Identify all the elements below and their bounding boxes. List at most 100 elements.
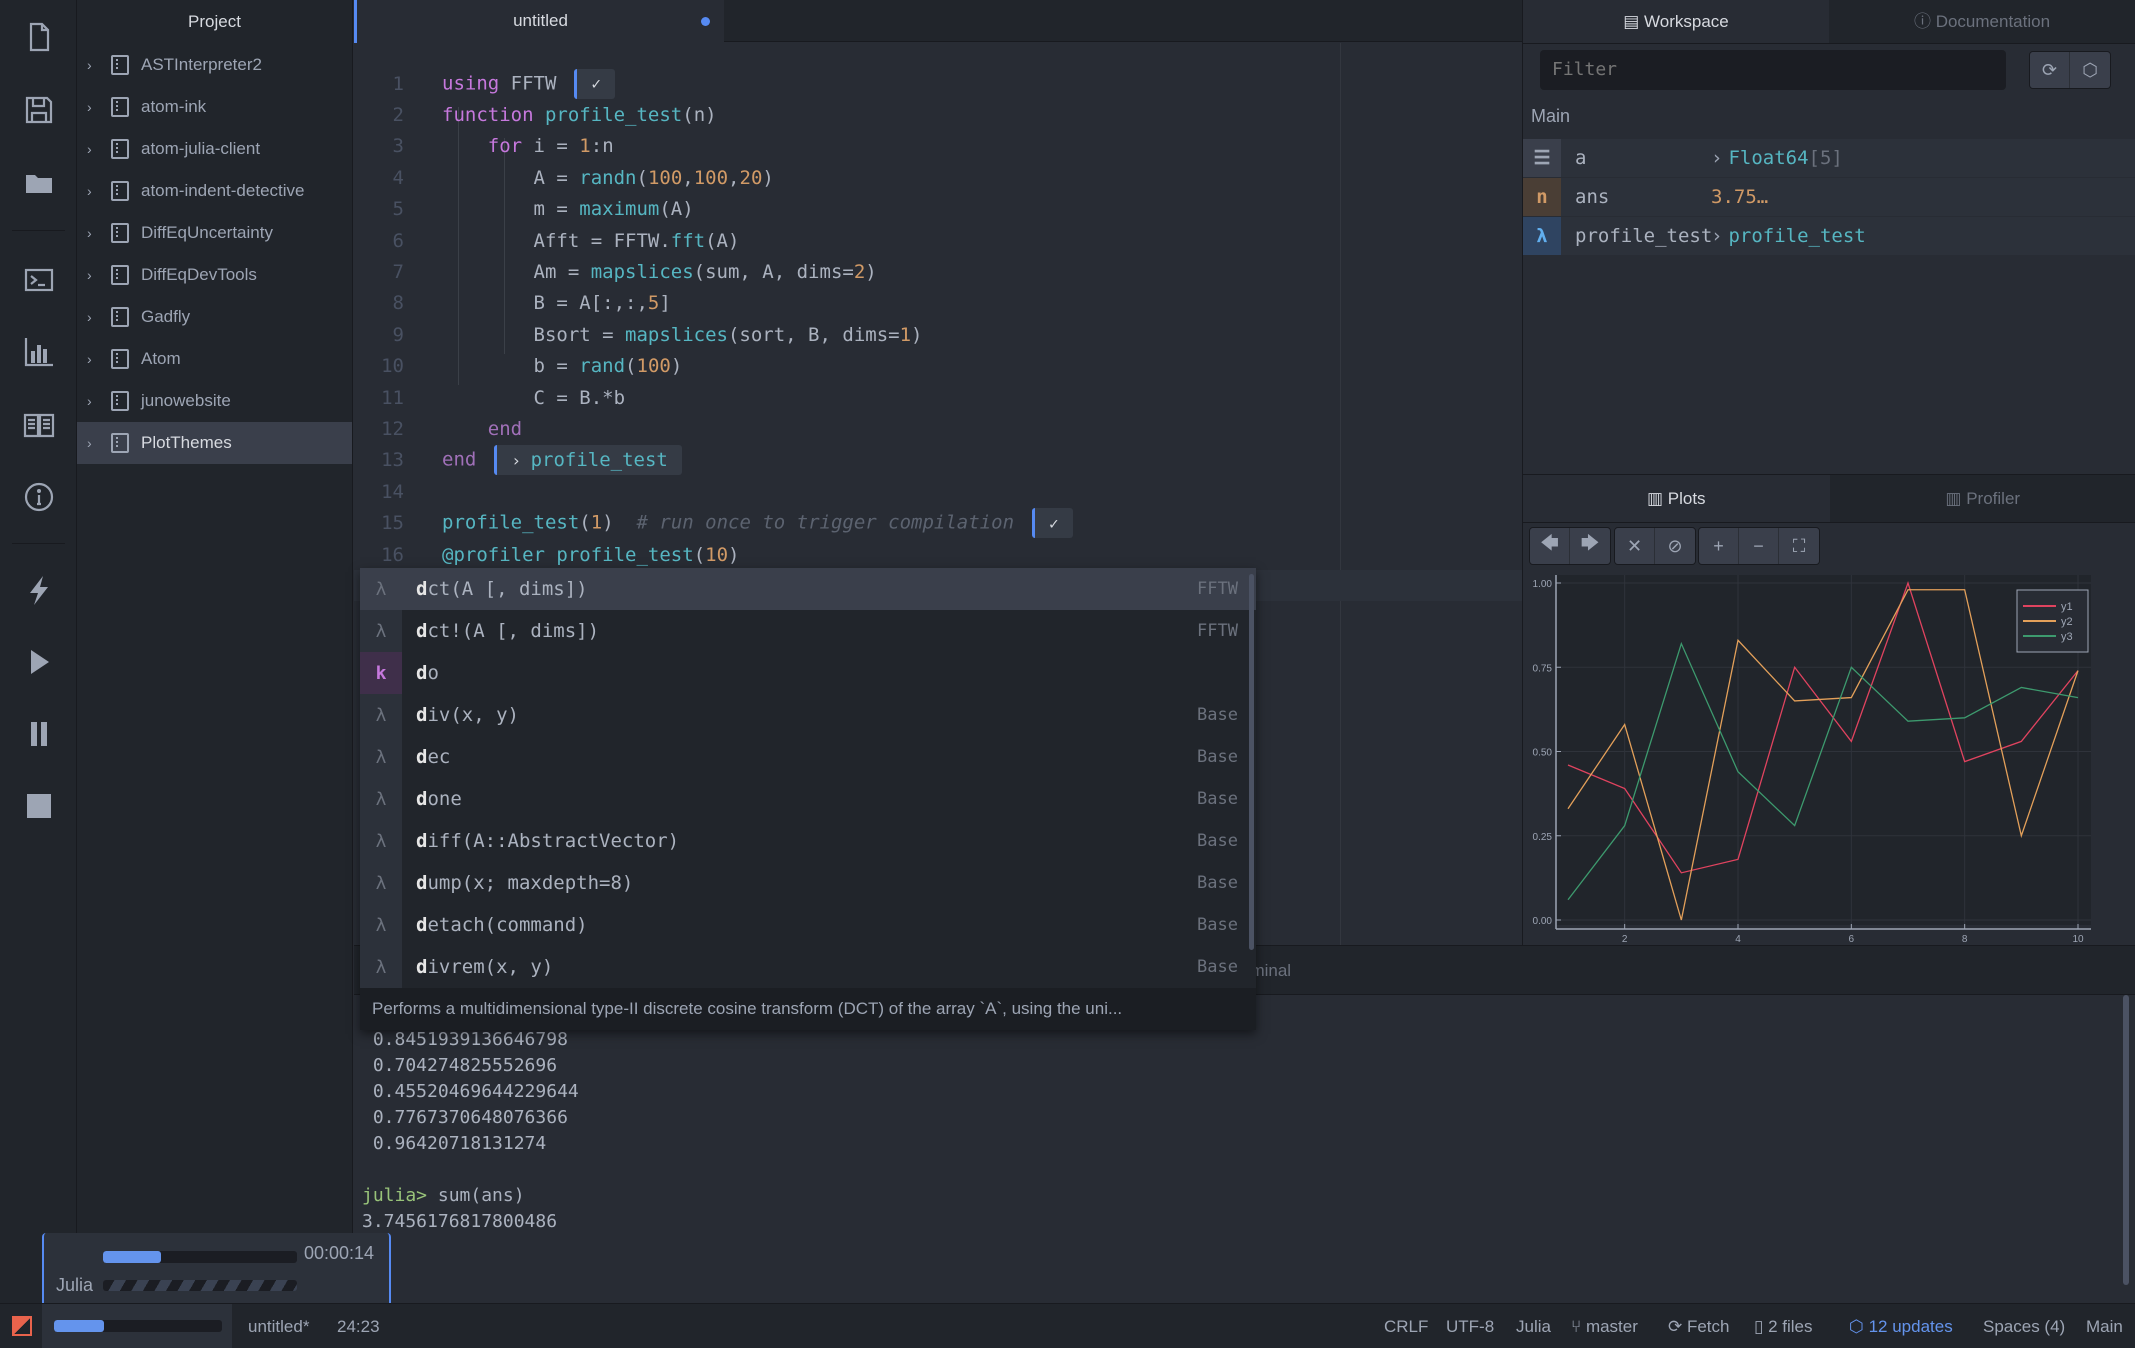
chevron-right-icon[interactable]: › (87, 309, 105, 325)
line-code[interactable]: profile_test(1) # run once to trigger co… (416, 508, 1073, 539)
status-grammar[interactable]: Julia (1516, 1304, 1551, 1348)
clear-all-plots-button[interactable]: ⊘ (1655, 528, 1695, 564)
autocomplete-item[interactable]: λ dump(x; maxdepth=8) Base (360, 862, 1256, 904)
terminal[interactable]: 5-element Array{Float64,1}: 0.8451939136… (354, 995, 2135, 1303)
chevron-right-icon[interactable]: › (87, 351, 105, 367)
stop-button[interactable] (0, 781, 77, 831)
code-line[interactable]: 6 Afft = FFTW.fft(A) (354, 225, 1522, 256)
run-button[interactable] (0, 637, 77, 687)
module-button[interactable]: ⬡ (2070, 52, 2110, 88)
project-item[interactable]: › Atom (77, 338, 352, 380)
new-file-button[interactable] (0, 12, 77, 62)
zoom-in-button[interactable]: + (1699, 528, 1739, 564)
autocomplete-item[interactable]: λ detach(command) Base (360, 904, 1256, 946)
line-code[interactable]: end (416, 418, 522, 440)
tab-workspace[interactable]: ▤ Workspace (1523, 0, 1829, 43)
line-code[interactable]: using FFTW ✓ (416, 68, 616, 99)
code-line[interactable]: 16 @profiler profile_test(10) (354, 539, 1522, 570)
info-button[interactable] (0, 472, 77, 522)
line-code[interactable]: A = randn(100,100,20) (416, 167, 774, 189)
autocomplete-item[interactable]: k do (360, 652, 1256, 694)
status-updates[interactable]: ⬡ 12 updates (1849, 1304, 1953, 1348)
autocomplete-item[interactable]: λ dct!(A [, dims]) FFTW (360, 610, 1256, 652)
previous-plot-button[interactable]: 🡄 (1530, 528, 1570, 564)
workspace-var[interactable]: n ans 3.75… (1523, 178, 2135, 216)
julia-status-icon[interactable] (12, 1316, 32, 1336)
status-fetch[interactable]: ⟳ Fetch (1668, 1304, 1730, 1348)
pause-button[interactable] (0, 709, 77, 759)
open-folder-button[interactable] (0, 158, 77, 208)
code-line[interactable]: 11 C = B.*b (354, 382, 1522, 413)
tab-plots[interactable]: ▥ Plots (1523, 475, 1830, 522)
workspace-filter-input[interactable] (1540, 50, 2006, 90)
chevron-right-icon[interactable]: › (87, 141, 105, 157)
code-line[interactable]: 14 (354, 476, 1522, 507)
workspace-var[interactable]: λ profile_test › profile_test (1523, 217, 2135, 255)
chevron-right-icon[interactable]: › (87, 393, 105, 409)
refresh-button[interactable]: ⟳ (2030, 52, 2070, 88)
project-item[interactable]: › atom-julia-client (77, 128, 352, 170)
tab-untitled[interactable]: untitled (354, 0, 724, 43)
line-code[interactable]: @profiler profile_test(10) (416, 544, 739, 566)
status-module[interactable]: Main (2086, 1304, 2123, 1348)
project-item[interactable]: › ASTInterpreter2 (77, 44, 352, 86)
code-line[interactable]: 7 Am = mapslices(sum, A, dims=2) (354, 256, 1522, 287)
autocomplete-item[interactable]: λ div(x, y) Base (360, 694, 1256, 736)
status-cursor-position[interactable]: 24:23 (337, 1304, 380, 1348)
line-code[interactable]: Am = mapslices(sum, A, dims=2) (416, 261, 877, 283)
chevron-right-icon[interactable]: › (511, 451, 530, 470)
autocomplete-item[interactable]: λ divrem(x, y) Base (360, 946, 1256, 988)
line-code[interactable]: m = maximum(A) (416, 198, 694, 220)
inline-result-ok[interactable]: ✓ (1032, 508, 1073, 539)
code-line[interactable]: 3 for i = 1:n (354, 131, 1522, 162)
close-plot-button[interactable]: ✕ (1615, 528, 1655, 564)
line-code[interactable]: Afft = FFTW.fft(A) (416, 230, 740, 252)
evaluate-button[interactable] (0, 565, 77, 615)
code-line[interactable]: 12 end (354, 413, 1522, 444)
chevron-right-icon[interactable]: › (87, 183, 105, 199)
project-item[interactable]: › Gadfly (77, 296, 352, 338)
status-line-ending[interactable]: CRLF (1384, 1304, 1428, 1348)
tab-profiler[interactable]: ▥ Profiler (1830, 475, 2135, 522)
save-button[interactable] (0, 85, 77, 135)
var-value[interactable]: › profile_test (1711, 225, 1866, 247)
line-code[interactable]: C = B.*b (416, 387, 626, 409)
terminal-scrollbar[interactable] (2123, 995, 2129, 1285)
line-code[interactable]: for i = 1:n (416, 135, 614, 157)
project-item[interactable]: › junowebsite (77, 380, 352, 422)
line-code[interactable]: b = rand(100) (416, 355, 683, 377)
chevron-right-icon[interactable]: › (87, 99, 105, 115)
chevron-right-icon[interactable]: › (87, 57, 105, 73)
code-line[interactable]: 5 m = maximum(A) (354, 194, 1522, 225)
autocomplete-item[interactable]: λ dct(A [, dims]) FFTW (360, 568, 1256, 610)
plots-button[interactable] (0, 327, 77, 377)
code-line[interactable]: 4 A = randn(100,100,20) (354, 162, 1522, 193)
project-item[interactable]: › DiffEqDevTools (77, 254, 352, 296)
code-line[interactable]: 2 function profile_test(n) (354, 99, 1522, 130)
fit-plot-button[interactable]: ⛶ (1779, 528, 1819, 564)
zoom-out-button[interactable]: − (1739, 528, 1779, 564)
chevron-right-icon[interactable]: › (87, 435, 105, 451)
project-item[interactable]: › PlotThemes (77, 422, 352, 464)
line-code[interactable]: Bsort = mapslices(sort, B, dims=1) (416, 324, 923, 346)
line-chart[interactable]: 0.00 0.25 0.50 0.75 1.00 2 4 6 8 10 y1 y2 y3 (1523, 570, 2135, 946)
line-code[interactable]: end › profile_test (416, 445, 682, 476)
inline-result-ok[interactable]: ✓ (574, 68, 616, 99)
chevron-right-icon[interactable]: › (1711, 147, 1722, 169)
code-line[interactable]: 8 B = A[:,:,5] (354, 288, 1522, 319)
line-code[interactable]: B = A[:,:,5] (416, 292, 671, 314)
code-line[interactable]: 9 Bsort = mapslices(sort, B, dims=1) (354, 319, 1522, 350)
code-line[interactable]: 15 profile_test(1) # run once to trigger … (354, 508, 1522, 539)
status-progress[interactable] (42, 1304, 232, 1348)
project-item[interactable]: › atom-ink (77, 86, 352, 128)
line-code[interactable]: function profile_test(n) (416, 104, 717, 126)
code-line[interactable]: 13 end › profile_test (354, 445, 1522, 476)
autocomplete-item[interactable]: λ dec Base (360, 736, 1256, 778)
code-line[interactable]: 10 b = rand(100) (354, 351, 1522, 382)
project-item[interactable]: › DiffEqUncertainty (77, 212, 352, 254)
status-branch[interactable]: ⑂ master (1571, 1304, 1638, 1348)
repl-button[interactable] (0, 255, 77, 305)
autocomplete-item[interactable]: λ done Base (360, 778, 1256, 820)
autocomplete-item[interactable]: λ diff(A::AbstractVector) Base (360, 820, 1256, 862)
project-item[interactable]: › atom-indent-detective (77, 170, 352, 212)
